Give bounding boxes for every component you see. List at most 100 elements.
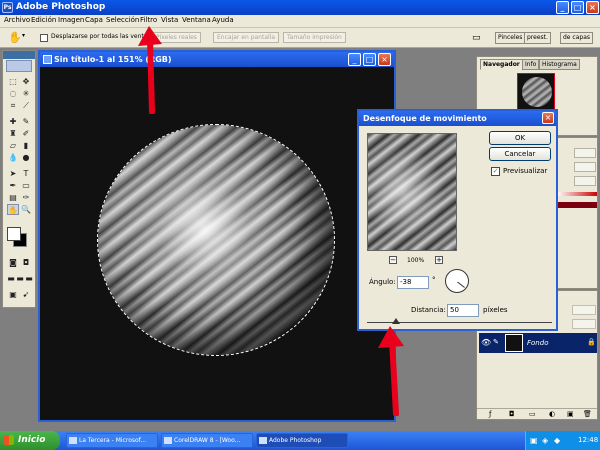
menu-edicion[interactable]: Edición [31, 16, 56, 24]
dialog-title-bar: Desenfoque de movimiento [359, 111, 556, 126]
quick-mask-mode-icon[interactable]: ◘ [20, 257, 32, 268]
zoom-out-button[interactable]: − [389, 256, 397, 264]
angle-input[interactable]: -38 [397, 276, 429, 289]
marquee-tool-icon[interactable]: ⬚ [7, 76, 19, 87]
feather-logo-icon[interactable] [6, 60, 32, 72]
task-la-tercera[interactable]: La Tercera - Microsof... [66, 433, 158, 448]
pen-tool-icon[interactable]: ✒ [7, 180, 19, 191]
doc-maximize-button[interactable]: □ [363, 53, 376, 66]
color-ramp[interactable] [557, 192, 597, 196]
coreldraw-icon [164, 437, 172, 444]
blur-tool-icon[interactable]: 💧 [7, 152, 19, 163]
imageready-arrow-icon[interactable]: ➹ [20, 289, 32, 300]
layer-thumbnail [505, 334, 523, 352]
tray-volume-icon[interactable]: ◈ [542, 431, 548, 450]
doc-close-button[interactable]: × [378, 53, 391, 66]
minimize-button[interactable]: _ [556, 1, 569, 14]
magic-wand-tool-icon[interactable]: ✳ [20, 88, 32, 99]
zoom-tool-icon[interactable]: 🔍 [20, 204, 32, 215]
foreground-color-swatch[interactable] [7, 227, 21, 241]
type-tool-icon[interactable]: T [20, 168, 32, 179]
path-selection-tool-icon[interactable]: ➤ [7, 168, 19, 179]
menu-capa[interactable]: Capa [85, 16, 103, 24]
tab-navigator[interactable]: Navegador [480, 59, 523, 70]
preview-checkbox-label: Previsualizar [503, 167, 548, 175]
tab-info[interactable]: Info [522, 59, 540, 70]
ok-button[interactable]: OK [489, 131, 551, 145]
gradient-tool-icon[interactable]: ▮ [20, 140, 32, 151]
angle-dial[interactable] [445, 269, 469, 293]
dock-tab-brushes[interactable]: Pinceles [495, 32, 526, 44]
notes-tool-icon[interactable]: ▤ [7, 192, 19, 203]
cancel-button[interactable]: Cancelar [489, 147, 551, 161]
tray-network-icon[interactable]: ▣ [530, 431, 538, 450]
eye-icon[interactable]: 👁 [481, 338, 491, 347]
hand-tool-button-icon[interactable]: ✋ [7, 204, 19, 215]
fit-screen-button[interactable]: Encajar en pantalla [213, 32, 280, 43]
scroll-all-windows-checkbox[interactable] [40, 34, 48, 42]
doc-minimize-button[interactable]: _ [348, 53, 361, 66]
angle-dial-needle [457, 281, 465, 288]
task-photoshop[interactable]: Adobe Photoshop [256, 433, 348, 448]
healing-brush-tool-icon[interactable]: ✚ [7, 116, 19, 127]
menu-ayuda[interactable]: Ayuda [212, 16, 234, 24]
layer-name: Fondo [527, 339, 549, 347]
menu-ventana[interactable]: Ventana [182, 16, 211, 24]
system-tray: ▣ ◈ ◆ 12:48 [525, 431, 600, 450]
clock: 12:48 [578, 436, 599, 444]
opacity-field[interactable] [572, 305, 596, 315]
color-field-g[interactable] [574, 162, 596, 172]
new-layer-icon[interactable]: ▣ [567, 410, 574, 418]
planet-canvas-image[interactable] [97, 124, 335, 356]
standard-mode-icon[interactable]: ◙ [7, 257, 19, 268]
color-field-b[interactable] [574, 176, 596, 186]
shape-tool-icon[interactable]: ▭ [20, 180, 32, 191]
print-size-button[interactable]: Tamaño impresión [283, 32, 346, 43]
layer-mask-icon[interactable]: ◘ [509, 410, 515, 418]
screen-mode-full-icon[interactable]: ▬ [23, 273, 35, 284]
preview-checkbox[interactable]: ✓ [491, 167, 500, 176]
tool-preset-dropdown-icon[interactable]: ▾ [22, 32, 25, 39]
color-ramp-dark[interactable] [557, 202, 597, 208]
toolbox-header [3, 51, 35, 59]
crop-tool-icon[interactable]: ⌗ [7, 100, 19, 111]
filter-preview[interactable] [367, 133, 457, 251]
photoshop-icon: Ps [2, 2, 13, 13]
dock-tab-presets[interactable]: preest. [524, 32, 551, 44]
adjustment-layer-icon[interactable]: ◐ [549, 410, 555, 418]
tray-antivirus-icon[interactable]: ◆ [554, 431, 560, 450]
brush-tool-icon[interactable]: ✎ [20, 116, 32, 127]
navigator-preview[interactable] [517, 73, 555, 111]
layer-style-icon[interactable]: ƒ [489, 410, 491, 418]
layer-row-fondo[interactable]: 👁 ✎ Fondo 🔒 [479, 333, 597, 353]
menu-imagen[interactable]: Imagen [58, 16, 84, 24]
clone-stamp-tool-icon[interactable]: ♜ [7, 128, 19, 139]
tab-histogram[interactable]: Histograma [539, 59, 580, 70]
task-coreldraw[interactable]: CorelDRAW 8 - [Woo... [161, 433, 253, 448]
distance-input[interactable]: 50 [447, 304, 479, 317]
motion-blur-dialog: Desenfoque de movimiento × − 100% + OK C… [357, 109, 558, 331]
start-button[interactable]: Inicio [0, 431, 60, 450]
color-field-r[interactable] [574, 148, 596, 158]
eraser-tool-icon[interactable]: ▱ [7, 140, 19, 151]
dock-tab-layer-comps[interactable]: de capas [560, 32, 593, 44]
dodge-tool-icon[interactable]: ● [20, 152, 32, 163]
zoom-in-button[interactable]: + [435, 256, 443, 264]
new-set-icon[interactable]: ▭ [529, 410, 536, 418]
jump-to-imageready-icon[interactable]: ▣ [7, 289, 19, 300]
move-tool-icon[interactable]: ✥ [20, 76, 32, 87]
file-browser-icon[interactable]: ▭ [472, 33, 481, 43]
fill-field[interactable] [572, 319, 596, 329]
slice-tool-icon[interactable]: ⟋ [20, 100, 32, 111]
dialog-close-button[interactable]: × [542, 112, 554, 124]
maximize-button[interactable]: □ [571, 1, 584, 14]
history-brush-tool-icon[interactable]: ✐ [20, 128, 32, 139]
lasso-tool-icon[interactable]: ◌ [7, 88, 19, 99]
app-title: Adobe Photoshop [16, 2, 106, 12]
eyedropper-tool-icon[interactable]: ✑ [20, 192, 32, 203]
app-title-bar: Ps Adobe Photoshop _ □ × [0, 0, 600, 15]
trash-icon[interactable]: 🗑 [583, 410, 592, 418]
hand-tool-icon[interactable]: ✋ [8, 31, 22, 44]
menu-archivo[interactable]: Archivo [4, 16, 30, 24]
close-button[interactable]: × [586, 1, 599, 14]
